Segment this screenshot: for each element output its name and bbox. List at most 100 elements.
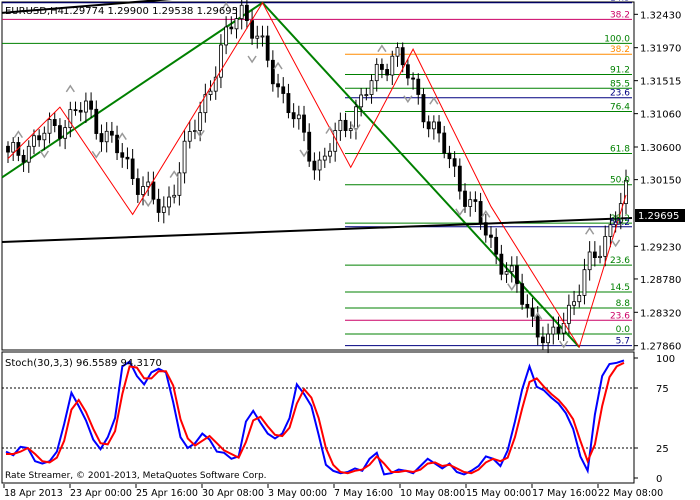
current-price-label: 1.29695 [638,211,679,222]
fib-level-label: 100.0 [604,34,630,44]
fib-level-label: 61.8 [610,145,630,155]
candle-body [21,154,26,163]
candle-body [161,206,166,213]
time-tick-label: 3 May 00:00 [268,488,327,499]
candle-body [499,253,504,275]
time-tick-label: 7 May 16:00 [334,488,393,499]
candle-body [89,100,93,110]
candle-body [603,236,608,257]
candle-body [416,78,421,95]
candle-body [130,158,135,180]
candle-body [187,131,192,142]
time-tick-label: 17 May 16:00 [532,488,597,499]
candle-body [437,121,441,134]
candle-body [6,145,10,153]
candle-body [63,127,68,139]
price-tick-label: 1.31515 [640,77,681,88]
fib-level-label: 91.2 [610,66,630,76]
candle-body [11,142,16,153]
fib-level-label: 50.2 [610,218,630,228]
current-price-marker: 1.29695 [635,209,685,222]
candle-body [182,140,187,174]
candle-body [328,150,332,157]
candle-body [255,35,260,39]
candle-body [260,35,265,38]
candle-body [307,131,312,162]
candle-body [473,199,478,202]
candle-body [426,121,431,130]
candle-body [224,26,229,46]
time-tick-label: 25 Apr 16:00 [136,488,198,499]
candle-body [302,114,306,133]
candle-body [52,119,57,126]
fib-level-label: 5.7 [616,337,630,347]
candle-body [566,304,571,324]
candle-body [411,77,415,80]
candle-body [374,63,379,82]
candle-body [338,119,343,131]
candle-body [431,121,436,130]
candle-body [442,132,447,154]
candle-body [530,307,535,317]
candle-body [125,156,130,160]
candle-body [234,18,239,30]
candle-body [99,133,104,143]
fib-level-label: 50.0 [610,176,630,186]
fib-level-label: 23.6 [610,311,630,321]
candle-body [78,109,83,113]
price-tick-label: 1.32430 [640,10,681,21]
candle-body [421,94,426,123]
candle-body [551,326,556,335]
stoch-tick-label: 75 [656,384,669,395]
price-tick-label: 1.30150 [640,176,681,187]
price-tick-label: 1.29230 [640,242,681,253]
candle-body [109,130,114,136]
candle-body [135,178,140,195]
time-tick-label: 10 May 08:00 [400,488,465,499]
candle-body [37,135,42,141]
price-tick-label: 1.27860 [640,342,681,353]
candle-body [68,109,73,129]
candle-body [577,294,582,303]
candle-body [494,236,499,255]
fib-level-label: 38.2 [610,45,630,55]
candle-body [229,26,234,30]
candle-body [239,4,244,20]
candle-body [47,119,52,134]
candle-body [546,333,551,344]
stochastic-label: Stoch(30,3,3) 96.5589 94.3170 [5,358,162,369]
fib-level-label: 23.6 [610,89,630,99]
fib-level-label: 14.5 [610,283,630,293]
trading-chart[interactable]: 14.538.2100.038.291.285.523.676.461.850.… [0,0,700,500]
candle-body [167,196,171,208]
candle-body [208,90,213,95]
candle-body [322,155,327,161]
price-tick-label: 1.31060 [640,110,681,121]
fib-level-label: 14.5 [610,0,630,4]
candle-body [405,64,410,79]
candle-body [354,106,358,130]
candle-body [463,190,467,207]
fib-level-label: 76.4 [610,102,630,112]
candle-body [198,112,203,131]
candle-body [520,283,525,305]
candle-body [291,112,296,120]
time-tick-label: 22 May 08:00 [598,488,663,499]
candle-body [343,119,348,131]
candle-body [582,269,587,296]
candle-body [587,251,592,271]
candle-body [83,100,88,113]
candle-body [281,86,286,94]
price-tick-label: 1.28780 [640,275,681,286]
price-tick-label: 1.28320 [640,308,681,319]
candle-body [172,194,177,198]
candle-body [42,132,47,141]
candle-body [270,59,275,85]
candle-body [312,160,317,171]
stoch-tick-label: 0 [656,474,662,485]
candle-body [359,94,364,108]
candle-body [244,4,249,21]
candle-body [592,251,597,258]
candle-body [535,315,540,338]
candle-body [115,134,119,154]
